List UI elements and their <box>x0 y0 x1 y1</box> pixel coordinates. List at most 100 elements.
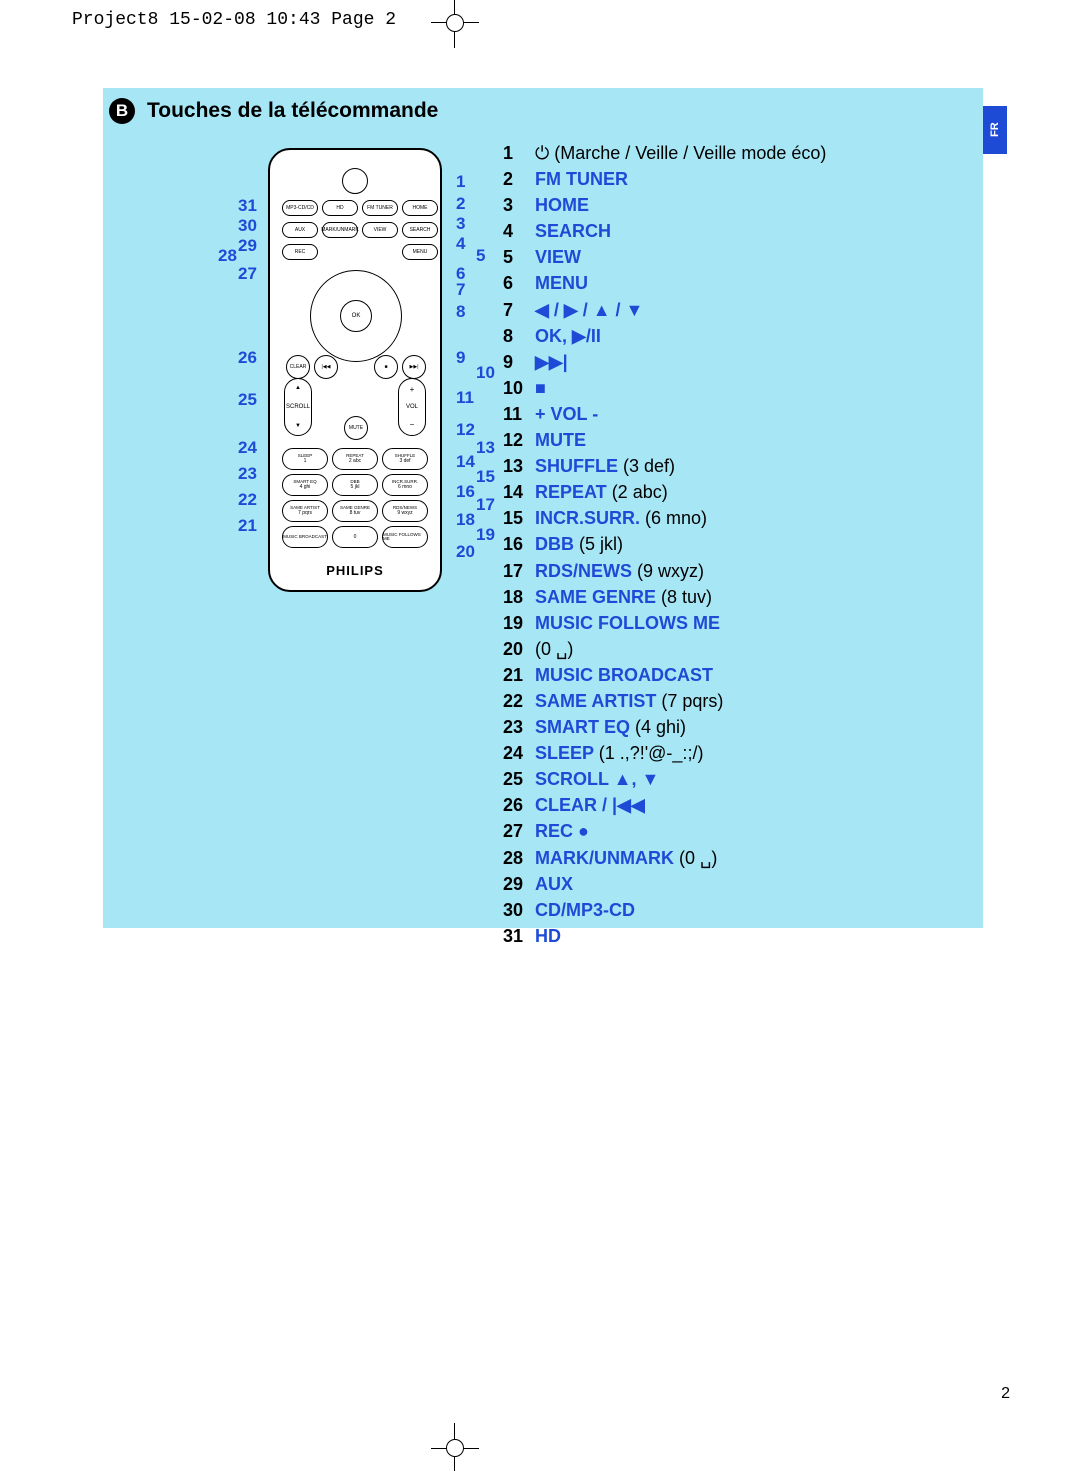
callout-10: 10 <box>476 363 495 383</box>
legend-row: 8OK, ▶/II <box>503 323 963 349</box>
legend-row: 11+ VOL - <box>503 401 963 427</box>
legend-row: 28MARK/UNMARK (0 ␣) <box>503 845 963 871</box>
legend-row: 9▶▶| <box>503 349 963 375</box>
callout-24: 24 <box>238 438 257 458</box>
callout-19: 19 <box>476 525 495 545</box>
callout-7: 7 <box>456 280 465 300</box>
crop-header: Project8 15-02-08 10:43 Page 2 <box>0 0 1080 30</box>
btn-rdsnews: RDS/NEWS9 wxyz <box>382 500 428 522</box>
callout-27: 27 <box>238 264 257 284</box>
btn-fmtuner: FM TUNER <box>362 200 398 216</box>
callout-30: 30 <box>238 216 257 236</box>
callout-15: 15 <box>476 467 495 487</box>
legend-row: 14REPEAT (2 abc) <box>503 479 963 505</box>
legend-row: 18SAME GENRE (8 tuv) <box>503 584 963 610</box>
btn-home: HOME <box>402 200 438 216</box>
btn-smarteq: SMART EQ4 ghi <box>282 474 328 496</box>
legend-row: 5VIEW <box>503 244 963 270</box>
btn-sameartist: SAME ARTIST7 pqrs <box>282 500 328 522</box>
legend-row: 4SEARCH <box>503 218 963 244</box>
btn-mute: MUTE <box>344 416 368 440</box>
btn-musicfollows: MUSIC FOLLOWS ME <box>382 526 428 548</box>
callout-20: 20 <box>456 542 475 562</box>
legend-row: 24SLEEP (1 .,?!'@-_:;/) <box>503 740 963 766</box>
callout-14: 14 <box>456 452 475 472</box>
callout-22: 22 <box>238 490 257 510</box>
remote-diagram: 31 30 29 28 27 26 25 24 23 22 21 1 2 3 4… <box>138 138 538 898</box>
scroll-pill: ▲SCROLL▼ <box>284 378 312 436</box>
btn-samegenre: SAME GENRE8 tuv <box>332 500 378 522</box>
legend-row: 2FM TUNER <box>503 166 963 192</box>
legend-row: 29AUX <box>503 871 963 897</box>
btn-aux: AUX <box>282 222 318 238</box>
content-panel: FR B Touches de la télécommande 31 30 29… <box>103 88 983 928</box>
legend-row: 16DBB (5 jkl) <box>503 531 963 557</box>
callout-26: 26 <box>238 348 257 368</box>
remote-row-c: REC MENU <box>282 244 438 260</box>
stop-icon: ■ <box>374 355 398 379</box>
page-number: 2 <box>1001 1385 1010 1403</box>
legend-row: 19MUSIC FOLLOWS ME <box>503 610 963 636</box>
btn-search: SEARCH <box>402 222 438 238</box>
section-bullet: B <box>109 98 135 124</box>
callout-25: 25 <box>238 390 257 410</box>
btn-menu: MENU <box>402 244 438 260</box>
btn-mp3cd: MP3-CD/CD <box>282 200 318 216</box>
legend-row: 22SAME ARTIST (7 pqrs) <box>503 688 963 714</box>
callout-12: 12 <box>456 420 475 440</box>
btn-mark: MARK/UNMARK <box>322 222 358 238</box>
legend-row: 10■ <box>503 375 963 401</box>
btn-view: VIEW <box>362 222 398 238</box>
callout-5: 5 <box>476 246 485 266</box>
crop-mark <box>446 14 464 32</box>
btn-zero: 0 <box>332 526 378 548</box>
callout-16: 16 <box>456 482 475 502</box>
btn-dbb: DBB5 jkl <box>332 474 378 496</box>
callout-17: 17 <box>476 495 495 515</box>
callout-29: 29 <box>238 236 257 256</box>
legend-row: 6MENU <box>503 270 963 296</box>
btn-repeat: REPEAT2 abc <box>332 448 378 470</box>
language-tab: FR <box>983 106 1007 154</box>
callout-2: 2 <box>456 194 465 214</box>
callout-9: 9 <box>456 348 465 368</box>
next-icon: ▶▶| <box>402 355 426 379</box>
legend-row: 23SMART EQ (4 ghi) <box>503 714 963 740</box>
legend-row: 27REC ● <box>503 818 963 844</box>
legend-row: 13SHUFFLE (3 def) <box>503 453 963 479</box>
prev-icon: |◀◀ <box>314 355 338 379</box>
callout-21: 21 <box>238 516 257 536</box>
legend-row: 15INCR.SURR. (6 mno) <box>503 505 963 531</box>
callout-23: 23 <box>238 464 257 484</box>
callout-1: 1 <box>456 172 465 192</box>
ok-button: OK <box>340 300 372 332</box>
legend-row: 3HOME <box>503 192 963 218</box>
callout-3: 3 <box>456 214 465 234</box>
btn-incrsurr: INCR.SURR.6 mno <box>382 474 428 496</box>
power-icon <box>342 168 368 194</box>
keypad-grid: SLEEP1 REPEAT2 abc SHUFFLE3 def SMART EQ… <box>282 448 428 548</box>
section-header: B Touches de la télécommande <box>109 98 438 124</box>
remote-outline: MP3-CD/CD HD FM TUNER HOME AUX MARK/UNMA… <box>268 148 442 592</box>
btn-musicbroadcast: MUSIC BROADCAST <box>282 526 328 548</box>
legend-row: 17RDS/NEWS (9 wxyz) <box>503 558 963 584</box>
brand-label: PHILIPS <box>270 563 440 578</box>
crop-mark <box>446 1439 464 1457</box>
legend-row: 26CLEAR / |◀◀ <box>503 792 963 818</box>
callout-11: 11 <box>456 388 474 408</box>
legend-row: 1⏻ (Marche / Veille / Veille mode éco) <box>503 140 963 166</box>
vol-pill: +VOL− <box>398 378 426 436</box>
callout-4: 4 <box>456 234 465 254</box>
legend-row: 21MUSIC BROADCAST <box>503 662 963 688</box>
btn-rec: REC <box>282 244 318 260</box>
callout-28: 28 <box>218 246 237 266</box>
legend-row: 7◀ / ▶ / ▲ / ▼ <box>503 297 963 323</box>
btn-sleep: SLEEP1 <box>282 448 328 470</box>
callout-8: 8 <box>456 302 465 322</box>
legend-row: 25SCROLL ▲, ▼ <box>503 766 963 792</box>
legend-row: 30CD/MP3-CD <box>503 897 963 923</box>
remote-row-b: AUX MARK/UNMARK VIEW SEARCH <box>282 222 438 238</box>
remote-row-a: MP3-CD/CD HD FM TUNER HOME <box>282 200 438 216</box>
callout-31: 31 <box>238 196 257 216</box>
btn-hd: HD <box>322 200 358 216</box>
